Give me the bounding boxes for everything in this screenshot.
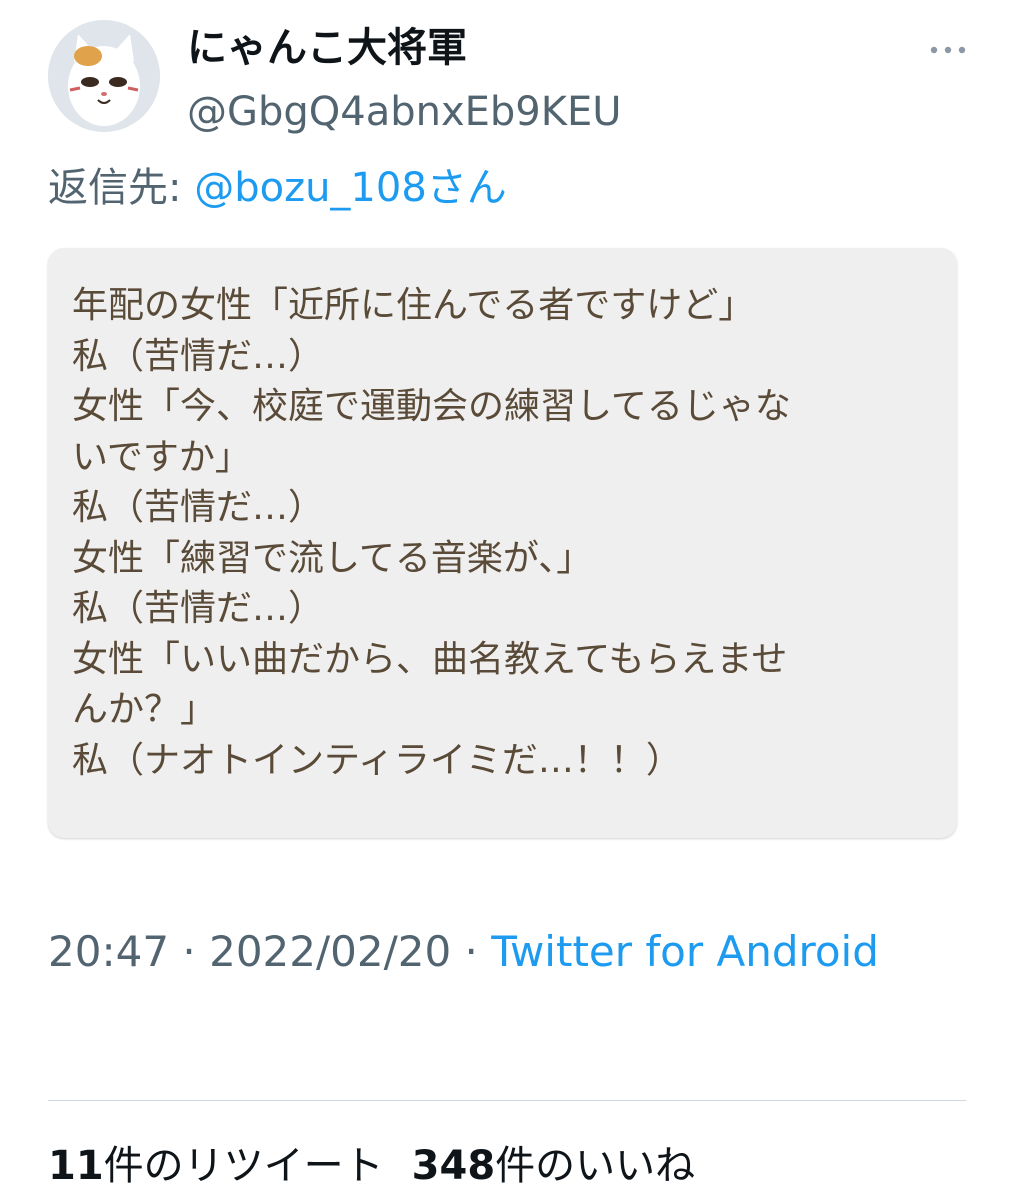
quote-line: んか？」 xyxy=(72,689,217,730)
quote-line: 女性「いい曲だから、曲名教えてもらえませ xyxy=(72,638,788,680)
tweet-timestamp: 20:47 · 2022/02/20 · Twitter for Android xyxy=(48,908,908,996)
tweet-stats: 11件のリツイート 348件のいいね xyxy=(48,1138,695,1194)
tweet-time[interactable]: 20:47 xyxy=(48,927,169,976)
quote-line: いですか」 xyxy=(72,436,251,478)
quote-line: 私（ナオトインティライミだ…！！） xyxy=(72,739,682,781)
quote-line: 私（苦情だ…） xyxy=(72,487,325,528)
quoted-text-image[interactable]: 年配の女性「近所に住んでる者ですけど」 私（苦情だ…） 女性「今、校庭で運動会の… xyxy=(48,248,957,838)
meta-separator: · xyxy=(169,927,210,976)
likes-count: 348 xyxy=(411,1143,496,1189)
retweets-label: 件のリツイート xyxy=(103,1143,384,1189)
tweet-source-link[interactable]: Twitter for Android xyxy=(491,927,879,976)
quote-line: 私（苦情だ…） xyxy=(72,588,325,629)
tweet-date[interactable]: 2022/02/20 xyxy=(209,927,451,976)
quote-line: 女性「練習で流してる音楽が、」 xyxy=(72,537,593,579)
author-handle[interactable]: @GbgQ4abnxEb9KEU xyxy=(187,86,622,138)
reply-to-prefix: 返信先: xyxy=(48,165,195,211)
reply-mention-link[interactable]: @bozu_108さん xyxy=(194,165,507,211)
quote-line: 年配の女性「近所に住んでる者ですけど」 xyxy=(72,285,755,326)
likes-stat[interactable]: 348件のいいね xyxy=(412,1143,696,1189)
quote-line: 女性「今、校庭で運動会の練習してるじゃな xyxy=(72,386,791,427)
meta-separator: · xyxy=(451,927,492,976)
quote-line: 私（苦情だ…） xyxy=(72,335,325,377)
avatar[interactable] xyxy=(48,20,160,132)
more-options-icon[interactable] xyxy=(920,30,976,70)
cat-plush-avatar-icon xyxy=(48,20,160,132)
reply-to-line: 返信先: @bozu_108さん xyxy=(48,162,507,214)
retweets-count: 11 xyxy=(48,1143,104,1189)
divider xyxy=(48,1100,966,1101)
retweets-stat[interactable]: 11件のリツイート xyxy=(48,1143,384,1189)
likes-label: 件のいいね xyxy=(495,1143,696,1189)
author-display-name[interactable]: にゃんこ大将軍 xyxy=(187,22,467,74)
